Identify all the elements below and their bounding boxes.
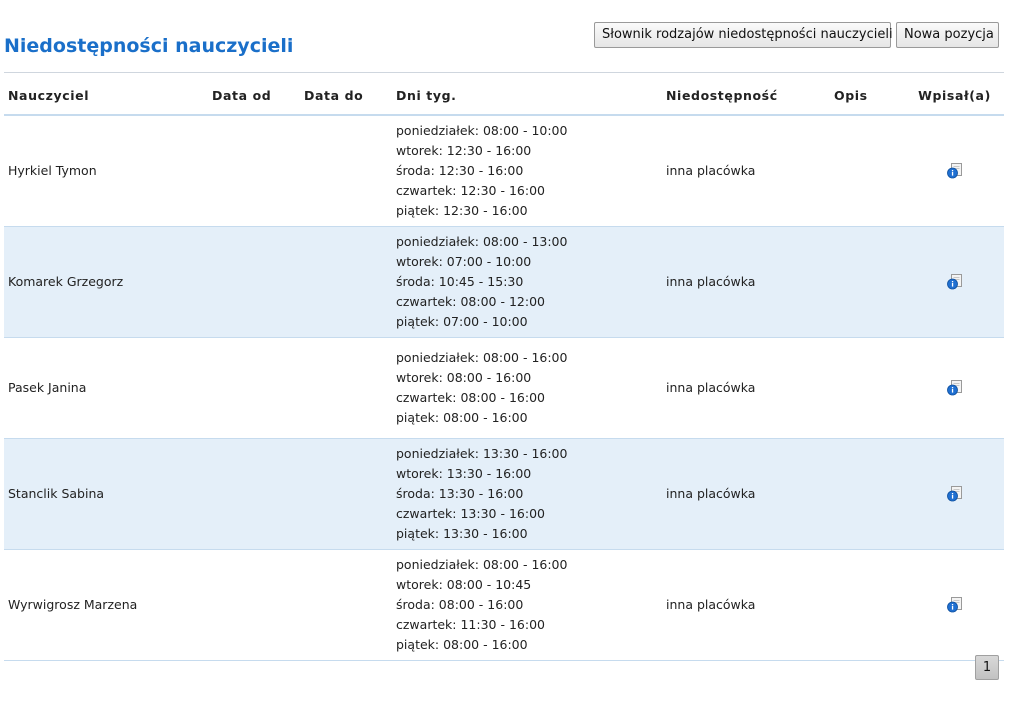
weekday-entry: piątek: 12:30 - 16:00 — [396, 202, 528, 218]
info-icon[interactable] — [946, 485, 963, 502]
weekday-entry: poniedziałek: 08:00 - 10:00 — [396, 122, 568, 138]
column-header-date-to[interactable]: Data do — [300, 88, 392, 116]
weekdays-cell: poniedziałek: 08:00 - 10:00 wtorek: 12:30… — [392, 115, 662, 227]
date-from-cell — [208, 438, 300, 550]
entered-by-cell — [905, 115, 1004, 227]
weekdays-cell: poniedziałek: 08:00 - 16:00 wtorek: 08:00… — [392, 549, 662, 661]
weekday-entry: poniedziałek: 08:00 - 16:00 — [396, 556, 568, 572]
weekday-entry: środa: 10:45 - 15:30 — [396, 273, 524, 289]
column-header-unavailability[interactable]: Niedostępność — [662, 88, 800, 116]
date-to-cell — [300, 549, 392, 661]
table-row: Stanclik Sabina poniedziałek: 13:30 - 16:… — [4, 438, 1004, 550]
column-header-date-from[interactable]: Data od — [208, 88, 300, 116]
table-header-row: Nauczyciel Data od Data do Dni tyg. Nied… — [4, 88, 1004, 116]
info-icon[interactable] — [946, 379, 963, 396]
date-from-cell — [208, 549, 300, 661]
column-header-teacher[interactable]: Nauczyciel — [4, 88, 208, 116]
weekday-entry: wtorek: 08:00 - 10:45 — [396, 576, 532, 592]
weekday-list: poniedziałek: 08:00 - 16:00 wtorek: 08:00… — [396, 553, 658, 657]
date-from-cell — [208, 115, 300, 227]
date-to-cell — [300, 115, 392, 227]
weekday-entry: poniedziałek: 08:00 - 16:00 — [396, 349, 568, 365]
description-cell — [800, 549, 905, 661]
info-icon[interactable] — [946, 163, 963, 179]
table-row: Komarek Grzegorz poniedziałek: 08:00 - 13… — [4, 226, 1004, 338]
weekday-entry: czwartek: 13:30 - 16:00 — [396, 505, 545, 521]
weekday-entry: czwartek: 12:30 - 16:00 — [396, 182, 545, 198]
table-row: Pasek Janina poniedziałek: 08:00 - 16:00 w… — [4, 337, 1004, 439]
unavailability-cell: inna placówka — [662, 337, 800, 439]
unavailability-types-dictionary-button[interactable]: Słownik rodzajów niedostępności nauczyci… — [594, 22, 893, 48]
date-to-cell — [300, 226, 392, 338]
column-header-entered-by[interactable]: Wpisał(a) — [905, 88, 1004, 116]
description-cell — [800, 438, 905, 550]
table-row: Wyrwigrosz Marzena poniedziałek: 08:00 - … — [4, 549, 1004, 661]
unavailability-cell: inna placówka — [662, 115, 800, 227]
weekday-entry: wtorek: 12:30 - 16:00 — [396, 142, 532, 158]
weekday-list: poniedziałek: 08:00 - 16:00 wtorek: 08:00… — [396, 346, 658, 430]
weekday-entry: środa: 08:00 - 16:00 — [396, 596, 524, 612]
entered-by-cell — [905, 337, 1004, 439]
weekday-entry: piątek: 08:00 - 16:00 — [396, 636, 528, 652]
weekday-entry: środa: 13:30 - 16:00 — [396, 485, 524, 501]
weekday-entry: piątek: 08:00 - 16:00 — [396, 409, 528, 425]
teacher-cell: Stanclik Sabina — [4, 438, 208, 550]
entered-by-cell — [905, 438, 1004, 550]
info-icon[interactable] — [946, 596, 963, 613]
entered-by-cell — [905, 549, 1004, 661]
weekday-entry: poniedziałek: 13:30 - 16:00 — [396, 445, 568, 461]
teacher-cell: Pasek Janina — [4, 337, 208, 439]
weekday-list: poniedziałek: 08:00 - 13:00 wtorek: 07:00… — [396, 230, 658, 334]
weekday-entry: poniedziałek: 08:00 - 13:00 — [396, 233, 568, 249]
teacher-cell: Wyrwigrosz Marzena — [4, 549, 208, 661]
weekdays-cell: poniedziałek: 13:30 - 16:00 wtorek: 13:30… — [392, 438, 662, 550]
date-to-cell — [300, 337, 392, 439]
weekday-entry: piątek: 07:00 - 10:00 — [396, 313, 528, 329]
column-header-weekdays[interactable]: Dni tyg. — [392, 88, 662, 116]
date-to-cell — [300, 438, 392, 550]
weekday-list: poniedziałek: 13:30 - 16:00 wtorek: 13:30… — [396, 442, 658, 546]
unavailability-cell: inna placówka — [662, 226, 800, 338]
weekday-entry: wtorek: 13:30 - 16:00 — [396, 465, 532, 481]
weekday-entry: środa: 12:30 - 16:00 — [396, 162, 524, 178]
info-icon[interactable] — [946, 273, 963, 290]
weekday-entry: wtorek: 08:00 - 16:00 — [396, 369, 532, 385]
unavailability-cell: inna placówka — [662, 438, 800, 550]
unavailability-cell: inna placówka — [662, 549, 800, 661]
column-header-description[interactable]: Opis — [800, 88, 905, 116]
description-cell — [800, 226, 905, 338]
weekday-entry: czwartek: 11:30 - 16:00 — [396, 616, 545, 632]
unavailability-table: Nauczyciel Data od Data do Dni tyg. Nied… — [4, 88, 1004, 661]
weekday-entry: czwartek: 08:00 - 12:00 — [396, 293, 545, 309]
weekday-entry: piątek: 13:30 - 16:00 — [396, 525, 528, 541]
weekday-entry: wtorek: 07:00 - 10:00 — [396, 253, 532, 269]
weekdays-cell: poniedziałek: 08:00 - 16:00 wtorek: 08:00… — [392, 337, 662, 439]
weekday-entry: czwartek: 08:00 - 16:00 — [396, 389, 545, 405]
description-cell — [800, 337, 905, 439]
teacher-cell: Hyrkiel Tymon — [4, 115, 208, 227]
date-from-cell — [208, 337, 300, 439]
entered-by-cell — [905, 226, 1004, 338]
page-title: Niedostępności nauczycieli — [4, 35, 294, 57]
date-from-cell — [208, 226, 300, 338]
weekday-list: poniedziałek: 08:00 - 10:00 wtorek: 12:30… — [396, 119, 658, 223]
new-item-button[interactable]: Nowa pozycja — [896, 22, 999, 48]
pagination-page-button[interactable]: 1 — [975, 655, 999, 680]
table-row: Hyrkiel Tymon poniedziałek: 08:00 - 10:00… — [4, 115, 1004, 227]
weekdays-cell: poniedziałek: 08:00 - 13:00 wtorek: 07:00… — [392, 226, 662, 338]
teacher-cell: Komarek Grzegorz — [4, 226, 208, 338]
header-divider — [4, 72, 1004, 73]
description-cell — [800, 115, 905, 227]
